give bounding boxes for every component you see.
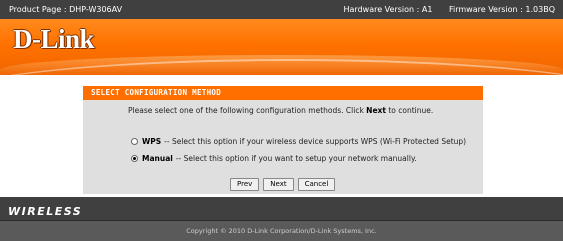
intro-text-post: to continue. — [385, 106, 434, 115]
cancel-button[interactable]: Cancel — [297, 178, 336, 191]
intro-text: Please select one of the following confi… — [128, 106, 433, 115]
firmware-version: Firmware Version : 1.03BQ — [448, 5, 555, 14]
manual-description: -- Select this option if you want to set… — [175, 154, 417, 163]
wps-label: WPS — [142, 137, 162, 146]
next-button[interactable]: Next — [263, 178, 294, 191]
intro-text-bold: Next — [366, 106, 386, 115]
wireless-brand: WIRELESS — [8, 205, 83, 218]
top-info-bar: Product Page : DHP-W306AV Hardware Versi… — [0, 0, 563, 19]
option-manual[interactable]: Manual -- Select this option if you want… — [131, 154, 417, 163]
manual-radio[interactable] — [131, 155, 138, 162]
footer: WIRELESS Copyright © 2010 D-Link Corpora… — [0, 197, 563, 241]
prev-button[interactable]: Prev — [230, 178, 260, 191]
intro-text-pre: Please select one of the following confi… — [128, 106, 367, 115]
button-row: Prev Next Cancel — [230, 178, 336, 191]
config-method-panel: SELECT CONFIGURATION METHOD Please selec… — [83, 86, 483, 194]
product-page-label: Product Page : DHP-W306AV — [9, 5, 123, 14]
version-info: Hardware Version : A1 Firmware Version :… — [330, 5, 556, 14]
panel-title: SELECT CONFIGURATION METHOD — [83, 86, 483, 100]
wps-description: -- Select this option if your wireless d… — [164, 137, 467, 146]
manual-label: Manual — [142, 154, 173, 163]
option-wps[interactable]: WPS -- Select this option if your wirele… — [131, 137, 466, 146]
wps-radio[interactable] — [131, 138, 138, 145]
hardware-version: Hardware Version : A1 — [343, 5, 433, 14]
copyright-text: Copyright © 2010 D-Link Corporation/D-Li… — [0, 221, 563, 241]
header-banner: D-Link — [0, 19, 563, 75]
dlink-logo: D-Link — [13, 24, 95, 54]
main-content: SELECT CONFIGURATION METHOD Please selec… — [0, 75, 563, 197]
